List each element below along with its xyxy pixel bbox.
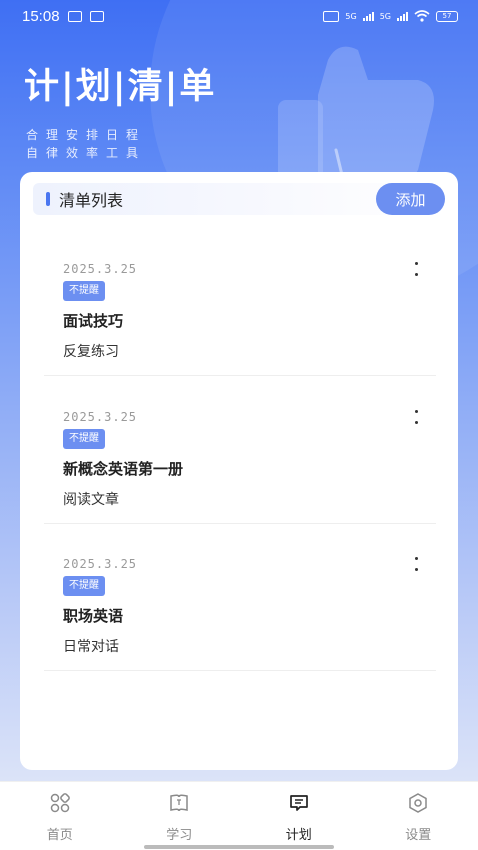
thumbs-up-icon [278,46,434,189]
reminder-badge: 不提醒 [63,576,105,596]
subtitle-line: 合理安排日程 [26,128,147,142]
plan-list-item[interactable]: 2025.3.25 不提醒 新概念英语第一册 阅读文章 [44,376,436,524]
item-title: 职场英语 [63,607,124,625]
status-bar: 15:08 5G 5G 57 [0,0,478,32]
home-indicator[interactable] [144,845,334,849]
reminder-badge: 不提醒 [63,281,105,301]
reminder-badge: 不提醒 [63,429,105,449]
item-description: 日常对话 [63,639,119,655]
more-vertical-icon[interactable] [412,410,420,424]
network-label: 5G [379,11,391,21]
signal-icon [397,11,408,21]
wifi-icon [414,10,430,22]
item-title: 面试技巧 [63,312,124,330]
home-grid-icon [50,793,70,813]
tab-label: 计划 [285,828,312,843]
more-vertical-icon[interactable] [412,557,420,571]
network-label: 5G [345,11,357,21]
tab-study[interactable]: 学习 [120,782,240,850]
item-description: 阅读文章 [63,492,119,508]
tab-label: 首页 [46,828,73,843]
plan-list-item[interactable]: 2025.3.25 不提醒 职场英语 日常对话 [44,523,436,671]
book-icon [170,794,188,812]
list-card: 清单列表 添加 2025.3.25 不提醒 面试技巧 反复练习 2025.3.2… [20,172,458,770]
tab-label: 学习 [166,828,193,843]
list-title: 清单列表 [59,191,124,210]
message-icon [289,795,308,811]
subtitle-line: 自律效率工具 [26,146,147,160]
status-time: 15:08 [22,7,60,25]
page-title: 计|划|清|单 [24,67,217,107]
tab-plan[interactable]: 计划 [239,782,359,850]
tab-home[interactable]: 首页 [0,782,120,850]
tab-label: 设置 [405,828,432,843]
item-description: 反复练习 [63,344,119,360]
add-button[interactable]: 添加 [376,183,445,215]
hd-icon [323,10,340,22]
header-accent-bar [46,192,50,206]
plan-list-item[interactable]: 2025.3.25 不提醒 面试技巧 反复练习 [44,228,436,376]
notification-icon [67,10,82,22]
hexagon-settings-icon [409,793,427,813]
more-vertical-icon[interactable] [412,262,420,276]
page-subtitle: 合理安排日程 自律效率工具 [26,126,146,162]
signal-icon [362,11,374,21]
item-date: 2025.3.25 [63,410,138,424]
item-date: 2025.3.25 [63,557,138,571]
battery-icon: 57 [436,10,458,22]
notification-icon [89,10,104,22]
item-title: 新概念英语第一册 [63,460,184,478]
tab-settings[interactable]: 设置 [359,782,478,850]
bottom-tab-bar: 首页 学习 计划 设置 [0,781,478,850]
item-date: 2025.3.25 [63,262,138,276]
